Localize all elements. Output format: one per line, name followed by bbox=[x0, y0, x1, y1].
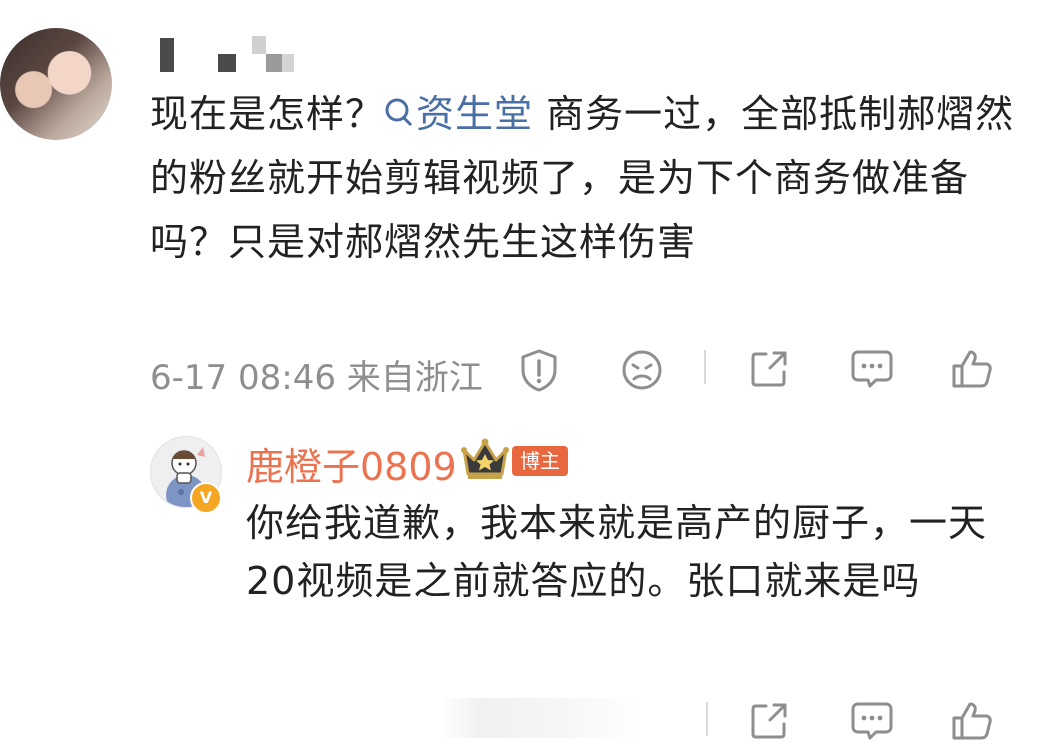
username-mosaic[interactable] bbox=[152, 32, 312, 72]
search-icon bbox=[385, 98, 413, 127]
comment-timestamp: 6-17 08:46 bbox=[150, 358, 336, 398]
topic-link[interactable]: 资生堂 bbox=[384, 92, 533, 136]
avatar[interactable] bbox=[0, 28, 112, 140]
comment-thread: 现在是怎样？ 资生堂 商务一过，全部抵制郝熠然的粉丝就开始剪辑视频了，是为下个商务… bbox=[0, 0, 1038, 753]
blogger-badge: 博主 bbox=[512, 446, 568, 476]
topic-label: 资生堂 bbox=[416, 92, 534, 136]
verified-badge-icon: V bbox=[190, 482, 222, 514]
comment-icon[interactable] bbox=[850, 348, 894, 390]
comment-text: 现在是怎样？ 资生堂 商务一过，全部抵制郝熠然的粉丝就开始剪辑视频了，是为下个商务… bbox=[150, 82, 1020, 274]
blurred-content bbox=[440, 698, 640, 738]
report-icon[interactable] bbox=[518, 348, 560, 392]
action-divider bbox=[704, 350, 706, 384]
like-icon[interactable] bbox=[950, 698, 994, 742]
crown-icon bbox=[461, 438, 509, 479]
comment-location: 来自浙江 bbox=[346, 358, 483, 398]
reply-action-divider bbox=[706, 702, 708, 736]
comment-text-before: 现在是怎样？ bbox=[150, 92, 385, 136]
reply-username[interactable]: 鹿橙子0809 bbox=[246, 436, 457, 491]
reply-actions bbox=[690, 692, 1020, 748]
share-icon[interactable] bbox=[748, 700, 790, 742]
comment-time: 6-17 08:46 来自浙江 bbox=[150, 350, 483, 399]
comment-icon[interactable] bbox=[850, 700, 894, 742]
comment-meta-row: 6-17 08:46 来自浙江 bbox=[150, 342, 1010, 399]
dislike-icon[interactable] bbox=[620, 348, 664, 392]
reply-text: 你给我道歉，我本来就是高产的厨子，一天20视频是之前就答应的。张口就来是吗 bbox=[246, 501, 988, 603]
share-icon[interactable] bbox=[748, 348, 790, 390]
like-icon[interactable] bbox=[950, 346, 994, 390]
